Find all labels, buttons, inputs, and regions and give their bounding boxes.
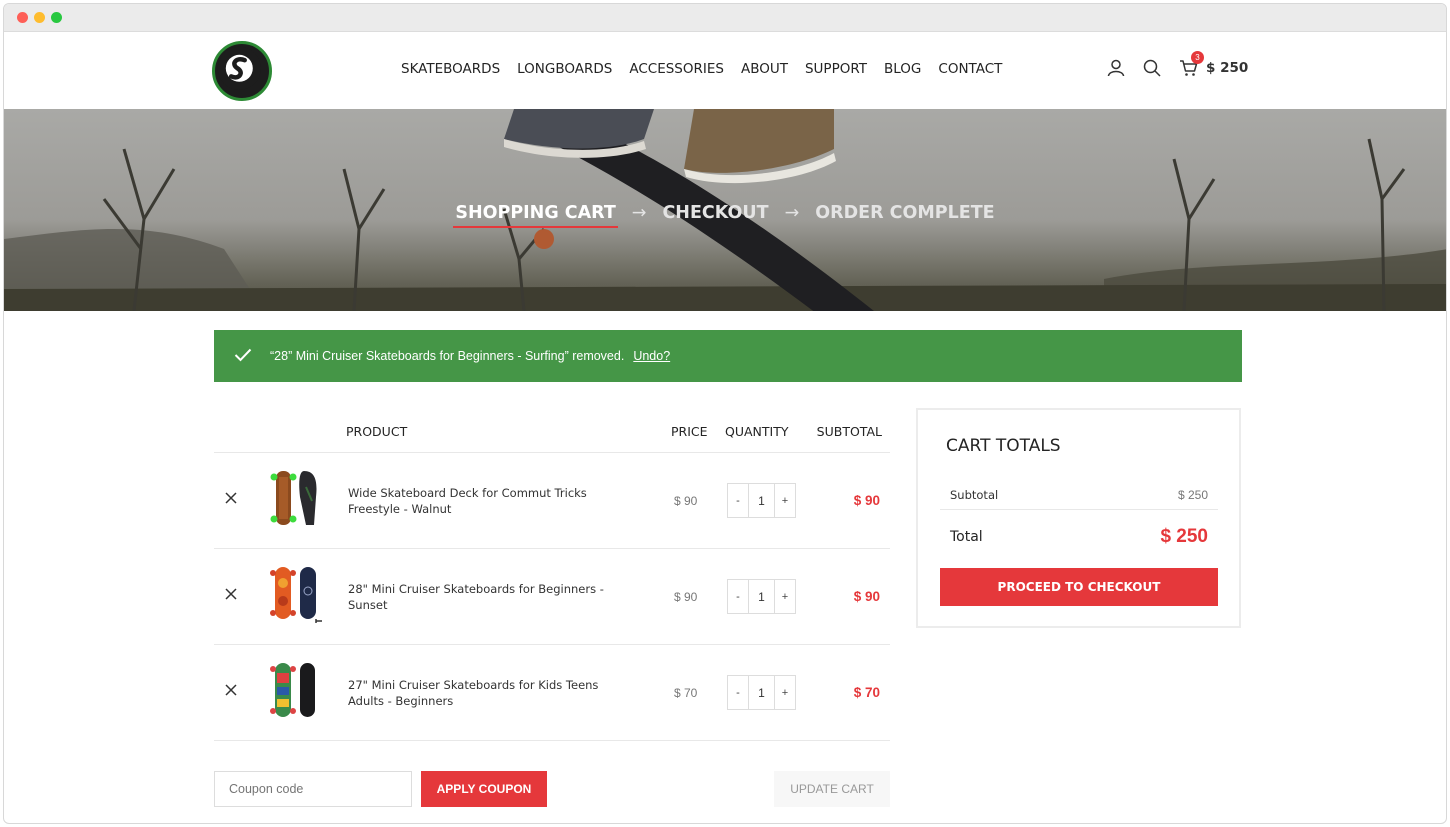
remove-item-icon[interactable] xyxy=(224,683,238,697)
removed-notice: “28” Mini Cruiser Skateboards for Beginn… xyxy=(214,330,1242,382)
logo-ring-graphic xyxy=(217,46,261,90)
notice-message: “28” Mini Cruiser Skateboards for Beginn… xyxy=(270,349,625,363)
nav-skateboards[interactable]: SKATEBOARDS xyxy=(401,61,500,77)
header-actions: 3 $ 250 xyxy=(1106,51,1248,78)
header-product: PRODUCT xyxy=(346,424,408,439)
table-row: 28" Mini Cruiser Skateboards for Beginne… xyxy=(214,549,890,645)
user-icon[interactable] xyxy=(1106,58,1126,78)
step-shopping-cart[interactable]: SHOPPING CART xyxy=(453,203,618,228)
window-titlebar xyxy=(4,4,1446,32)
quantity-stepper: - + xyxy=(727,675,796,710)
nav-blog[interactable]: BLOG xyxy=(884,61,921,77)
step-arrow-icon: → xyxy=(784,203,800,223)
qty-decrease-button[interactable]: - xyxy=(728,676,748,709)
row-subtotal: $ 70 xyxy=(853,685,880,700)
qty-input[interactable] xyxy=(748,580,775,613)
cart-totals-panel: CART TOTALS Subtotal $ 250 Total $ 250 P… xyxy=(916,408,1241,628)
qty-increase-button[interactable]: + xyxy=(775,676,795,709)
apply-coupon-button[interactable]: APPLY COUPON xyxy=(421,771,547,807)
nav-longboards[interactable]: LONGBOARDS xyxy=(517,61,612,77)
product-thumbnail[interactable] xyxy=(266,467,324,529)
cart-table: PRODUCT PRICE QUANTITY SUBTOTAL Wide Ska… xyxy=(214,406,890,741)
product-price: $ 90 xyxy=(674,494,698,508)
remove-item-icon[interactable] xyxy=(224,491,238,505)
totals-subtotal-row: Subtotal $ 250 xyxy=(940,480,1218,510)
table-row: Wide Skateboard Deck for Commut Tricks F… xyxy=(214,453,890,549)
step-arrow-icon: → xyxy=(631,203,647,223)
header-subtotal: SUBTOTAL xyxy=(816,424,882,439)
search-icon[interactable] xyxy=(1142,58,1162,78)
quantity-stepper: - + xyxy=(727,483,796,518)
header-price: PRICE xyxy=(671,424,708,439)
step-order-complete[interactable]: ORDER COMPLETE xyxy=(813,203,996,228)
subtotal-value: $ 250 xyxy=(1177,487,1208,502)
qty-decrease-button[interactable]: - xyxy=(728,484,748,517)
product-thumbnail[interactable] xyxy=(266,659,324,721)
step-checkout[interactable]: CHECKOUT xyxy=(660,203,770,228)
totals-total-row: Total $ 250 xyxy=(940,518,1218,556)
product-price: $ 70 xyxy=(674,686,698,700)
product-price: $ 90 xyxy=(674,590,698,604)
qty-increase-button[interactable]: + xyxy=(775,580,795,613)
nav-accessories[interactable]: ACCESSORIES xyxy=(629,61,724,77)
site-logo[interactable] xyxy=(212,41,272,101)
product-name[interactable]: Wide Skateboard Deck for Commut Tricks F… xyxy=(348,453,638,548)
total-value: $ 250 xyxy=(1160,526,1208,547)
quantity-stepper: - + xyxy=(727,579,796,614)
nav-support[interactable]: SUPPORT xyxy=(805,61,867,77)
qty-increase-button[interactable]: + xyxy=(775,484,795,517)
qty-input[interactable] xyxy=(748,676,775,709)
cart-totals-title: CART TOTALS xyxy=(946,436,1061,456)
site-header: SKATEBOARDS LONGBOARDS ACCESSORIES ABOUT… xyxy=(4,33,1446,109)
maximize-window-dot[interactable] xyxy=(51,12,62,23)
header-cart-amount[interactable]: $ 250 xyxy=(1206,60,1248,76)
undo-link[interactable]: Undo? xyxy=(633,349,670,363)
check-icon xyxy=(234,348,252,365)
qty-decrease-button[interactable]: - xyxy=(728,580,748,613)
product-thumbnail[interactable] xyxy=(266,563,324,625)
table-row: 27" Mini Cruiser Skateboards for Kids Te… xyxy=(214,645,890,741)
row-subtotal: $ 90 xyxy=(853,493,880,508)
qty-input[interactable] xyxy=(748,484,775,517)
row-subtotal: $ 90 xyxy=(853,589,880,604)
main-nav: SKATEBOARDS LONGBOARDS ACCESSORIES ABOUT… xyxy=(401,61,1002,77)
update-cart-button[interactable]: UPDATE CART xyxy=(774,771,890,807)
header-quantity: QUANTITY xyxy=(725,424,789,439)
remove-item-icon[interactable] xyxy=(224,587,238,601)
hero-banner: SHOPPING CART → CHECKOUT → ORDER COMPLET… xyxy=(4,109,1446,311)
proceed-to-checkout-button[interactable]: PROCEED TO CHECKOUT xyxy=(940,568,1218,606)
minimize-window-dot[interactable] xyxy=(34,12,45,23)
product-name[interactable]: 28" Mini Cruiser Skateboards for Beginne… xyxy=(348,549,638,644)
total-label: Total xyxy=(950,529,983,545)
coupon-row: APPLY COUPON UPDATE CART xyxy=(214,771,890,807)
cart-table-header: PRODUCT PRICE QUANTITY SUBTOTAL xyxy=(214,406,890,453)
cart-count-badge: 3 xyxy=(1191,51,1204,64)
subtotal-label: Subtotal xyxy=(950,487,999,502)
browser-window: SKATEBOARDS LONGBOARDS ACCESSORIES ABOUT… xyxy=(3,3,1447,824)
close-window-dot[interactable] xyxy=(17,12,28,23)
nav-about[interactable]: ABOUT xyxy=(741,61,788,77)
coupon-input[interactable] xyxy=(214,771,412,807)
nav-contact[interactable]: CONTACT xyxy=(938,61,1002,77)
product-name[interactable]: 27" Mini Cruiser Skateboards for Kids Te… xyxy=(348,645,638,740)
cart-icon[interactable]: 3 xyxy=(1178,51,1204,78)
checkout-steps: SHOPPING CART → CHECKOUT → ORDER COMPLET… xyxy=(4,203,1446,228)
